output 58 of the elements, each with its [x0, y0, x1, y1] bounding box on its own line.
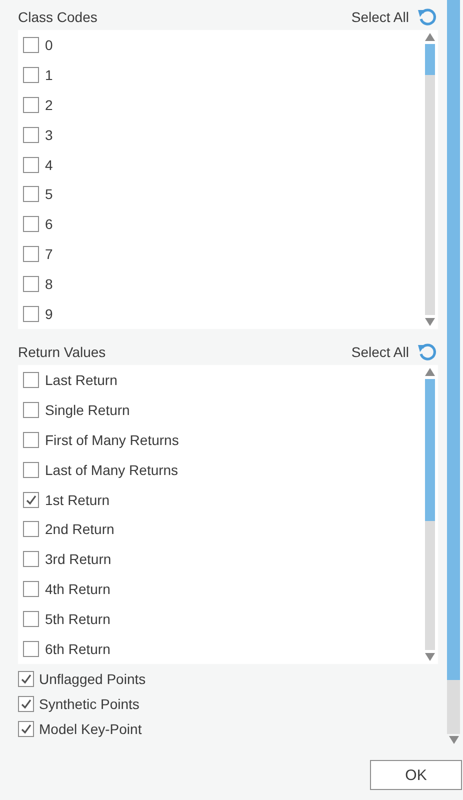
- reset-icon[interactable]: [417, 342, 437, 362]
- checkbox-label[interactable]: Last Return: [45, 372, 118, 388]
- checkbox[interactable]: [23, 186, 39, 202]
- checkbox[interactable]: [23, 641, 39, 658]
- scroll-down-arrow-icon[interactable]: [425, 318, 435, 326]
- checkbox[interactable]: [23, 96, 39, 113]
- checkbox-label[interactable]: First of Many Returns: [45, 432, 179, 448]
- checkbox[interactable]: [23, 156, 39, 173]
- checkbox-label[interactable]: 4: [45, 156, 53, 173]
- checkbox-label[interactable]: 6: [45, 216, 53, 232]
- checkbox-label[interactable]: 3rd Return: [45, 551, 112, 568]
- checkbox-label[interactable]: 5: [45, 186, 53, 202]
- checkbox[interactable]: [23, 551, 39, 568]
- checkbox-label[interactable]: Model Key-Point: [39, 720, 142, 736]
- checkbox-label[interactable]: 2: [45, 96, 53, 113]
- checkbox-label[interactable]: 0: [45, 36, 53, 53]
- scroll-down-arrow-icon[interactable]: [448, 736, 458, 744]
- checkbox-label[interactable]: 9: [45, 306, 53, 322]
- ok-button[interactable]: OK: [370, 760, 462, 790]
- checkbox-label[interactable]: 3: [45, 126, 53, 143]
- checkbox[interactable]: [23, 216, 39, 232]
- checkbox-label[interactable]: 8: [45, 276, 53, 292]
- checkbox[interactable]: [23, 521, 39, 538]
- checkbox[interactable]: [23, 581, 39, 598]
- section-title: Class Codes: [18, 9, 98, 25]
- checkbox-label[interactable]: 6th Return: [45, 641, 110, 658]
- checkbox[interactable]: [23, 611, 39, 628]
- checkbox[interactable]: [23, 462, 39, 478]
- checkbox[interactable]: [23, 306, 39, 322]
- checkbox[interactable]: [23, 246, 39, 262]
- checkbox[interactable]: [23, 36, 39, 53]
- checkbox-label[interactable]: 1st Return: [45, 492, 110, 508]
- checkbox[interactable]: [23, 276, 39, 292]
- checkbox[interactable]: [23, 402, 39, 418]
- scroll-down-arrow-icon[interactable]: [425, 653, 435, 661]
- scroll-up-arrow-icon[interactable]: [425, 368, 435, 376]
- checkbox[interactable]: [18, 670, 34, 686]
- checkbox-label[interactable]: 1: [45, 66, 53, 83]
- checkbox-label[interactable]: Single Return: [45, 402, 130, 418]
- checkbox-label[interactable]: 4th Return: [45, 581, 110, 598]
- checkbox-label[interactable]: Unflagged Points: [39, 670, 146, 686]
- checkbox-label[interactable]: 2nd Return: [45, 521, 114, 538]
- checkbox[interactable]: [18, 720, 34, 736]
- checkbox-label[interactable]: Synthetic Points: [39, 696, 140, 712]
- select-all-link[interactable]: Select All: [351, 344, 409, 360]
- checkbox-label[interactable]: 5th Return: [45, 611, 110, 628]
- checkbox[interactable]: [23, 372, 39, 388]
- reset-icon[interactable]: [417, 7, 437, 27]
- checkbox-label[interactable]: 7: [45, 246, 53, 262]
- checkbox[interactable]: [23, 66, 39, 83]
- section-title: Return Values: [18, 344, 107, 360]
- checkbox-label[interactable]: Last of Many Returns: [45, 462, 178, 478]
- checkbox[interactable]: [23, 432, 39, 448]
- select-all-link[interactable]: Select All: [351, 9, 409, 25]
- checkbox[interactable]: [23, 492, 39, 508]
- checkbox[interactable]: [18, 696, 34, 712]
- checkbox[interactable]: [23, 126, 39, 143]
- scroll-up-arrow-icon[interactable]: [425, 33, 435, 41]
